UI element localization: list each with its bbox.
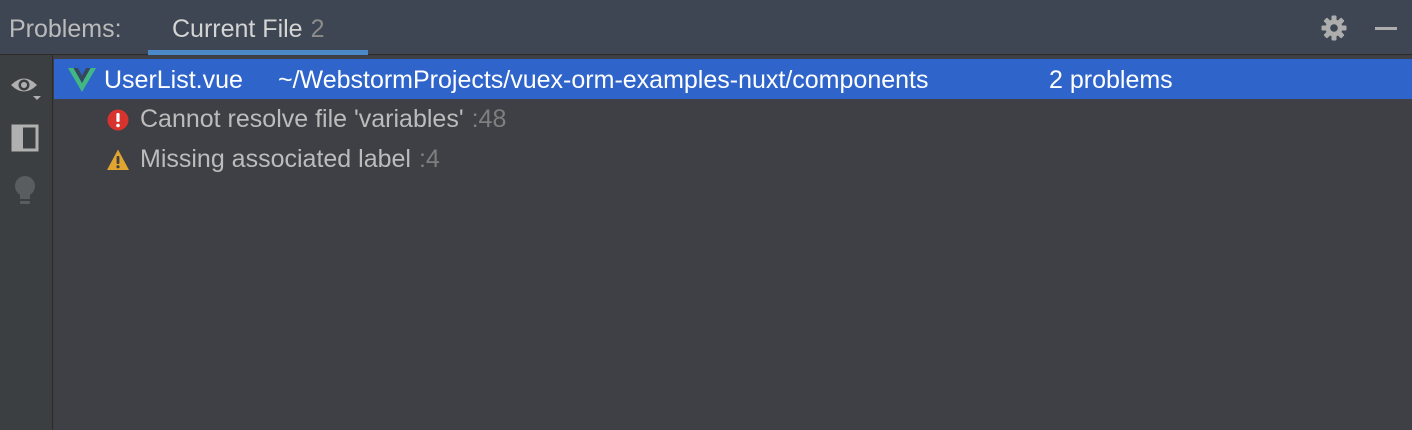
- problem-description: Missing associated label:4: [140, 144, 440, 174]
- problems-tree: UserList.vue ~/WebstormProjects/vuex-orm…: [54, 56, 1412, 430]
- lightbulb-icon: [15, 176, 35, 204]
- problem-line-number: :4: [418, 145, 440, 173]
- show-options-button[interactable]: [8, 69, 42, 103]
- problems-tool-window: Problems: Current File 2 UserList.vue ~/…: [0, 0, 1412, 430]
- tab-problem-count: 2: [310, 15, 325, 43]
- tab-selected-indicator: [148, 50, 368, 55]
- toggle-preview-button[interactable]: [8, 121, 42, 155]
- gear-icon: [1321, 15, 1347, 41]
- tool-window-title: Problems:: [9, 15, 122, 43]
- tab-current-file[interactable]: Current File 2: [148, 0, 368, 55]
- file-node[interactable]: UserList.vue ~/WebstormProjects/vuex-orm…: [54, 59, 1412, 99]
- problem-message: Missing associated label: [140, 145, 411, 173]
- quick-fix-button[interactable]: [8, 173, 42, 207]
- file-path: ~/WebstormProjects/vuex-orm-examples-nux…: [278, 66, 929, 94]
- tab-label: Current File 2: [172, 14, 325, 44]
- warning-icon: [107, 149, 129, 170]
- file-name: UserList.vue: [104, 66, 243, 94]
- tool-window-header: Problems: Current File 2: [0, 0, 1412, 55]
- problem-description: Cannot resolve file 'variables':48: [140, 104, 506, 134]
- vue-file-icon: [68, 68, 96, 92]
- error-icon: [107, 109, 129, 131]
- settings-button[interactable]: [1318, 12, 1350, 44]
- problem-line-number: :48: [471, 105, 507, 133]
- hide-button[interactable]: [1370, 12, 1402, 44]
- file-problem-count: 2 problems: [1049, 66, 1173, 94]
- problem-item-warning[interactable]: Missing associated label:4: [54, 139, 1412, 179]
- minimize-icon: [1375, 27, 1397, 30]
- preview-icon: [11, 124, 39, 152]
- eye-icon: [11, 78, 41, 100]
- problem-message: Cannot resolve file 'variables': [140, 105, 464, 133]
- problem-item-error[interactable]: Cannot resolve file 'variables':48: [54, 99, 1412, 139]
- left-toolbar: [0, 55, 53, 430]
- tab-label-text: Current File: [172, 15, 303, 43]
